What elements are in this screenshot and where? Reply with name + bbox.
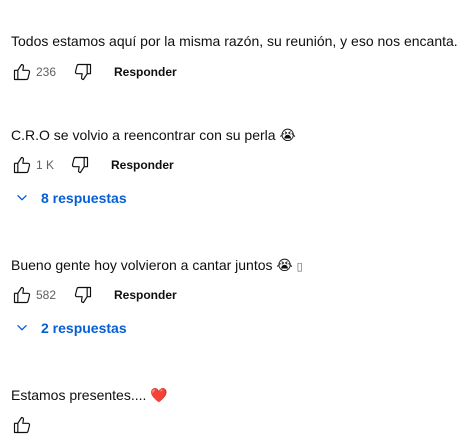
reply-button[interactable]: Responder	[114, 65, 177, 79]
crying-emoji: 😭	[279, 127, 296, 143]
comment-actions: 1 K Responder	[11, 153, 174, 177]
comment-text-body: Estamos presentes....	[11, 387, 147, 403]
comment-text-body: Bueno gente hoy volvieron a cantar junto…	[11, 257, 273, 273]
replies-count: 2 respuestas	[41, 320, 127, 336]
reply-button[interactable]: Responder	[114, 288, 177, 302]
comment-3: Bueno gente hoy volvieron a cantar junto…	[11, 255, 470, 336]
thumbs-down-icon[interactable]	[72, 61, 94, 83]
comment-actions: 236 Responder	[11, 60, 177, 84]
thumbs-up-icon[interactable]	[11, 61, 33, 83]
thumbs-down-icon[interactable]	[69, 154, 91, 176]
like-count: 236	[36, 65, 57, 79]
view-replies-button[interactable]: 8 respuestas	[15, 187, 127, 209]
comment-actions	[11, 413, 33, 437]
comment-text: C.R.O se volvio a reencontrar con su per…	[11, 125, 470, 145]
chevron-down-icon	[17, 195, 27, 201]
comment-4: Estamos presentes.... ❤️	[11, 385, 470, 434]
thumbs-up-icon[interactable]	[11, 284, 33, 306]
comment-1: Todos estamos aquí por la misma razón, s…	[11, 31, 470, 81]
thumbs-up-icon[interactable]	[11, 414, 33, 436]
comment-text-body: C.R.O se volvio a reencontrar con su per…	[11, 127, 276, 143]
comment-2: C.R.O se volvio a reencontrar con su per…	[11, 125, 470, 206]
chevron-down-icon	[17, 325, 27, 331]
thumbs-down-icon[interactable]	[72, 284, 94, 306]
comment-text: Estamos presentes.... ❤️	[11, 385, 470, 405]
thumbs-up-icon[interactable]	[11, 154, 33, 176]
view-replies-button[interactable]: 2 respuestas	[15, 317, 127, 339]
crying-emoji: 😭	[276, 257, 293, 273]
reply-button[interactable]: Responder	[111, 158, 174, 172]
like-count: 1 K	[36, 158, 55, 172]
comment-text: Todos estamos aquí por la misma razón, s…	[11, 33, 458, 49]
like-count: 582	[36, 288, 57, 302]
replies-count: 8 respuestas	[41, 190, 127, 206]
comment-text: Bueno gente hoy volvieron a cantar junto…	[11, 255, 470, 277]
comment-actions: 582 Responder	[11, 283, 177, 307]
unsupported-emoji-glyph: ▯	[296, 261, 303, 273]
heart-emoji: ❤️	[150, 387, 168, 403]
